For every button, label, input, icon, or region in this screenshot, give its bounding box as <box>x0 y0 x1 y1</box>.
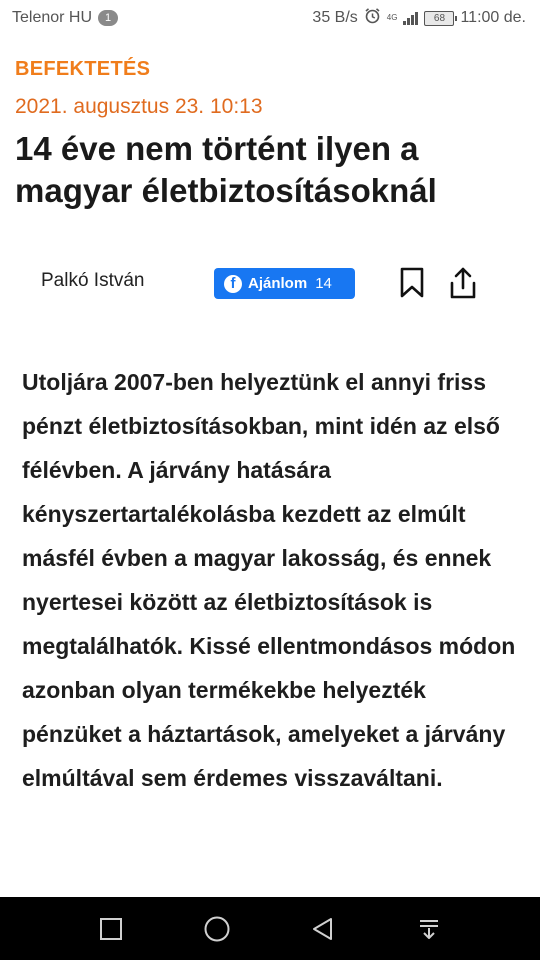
net-speed: 35 B/s <box>312 9 358 26</box>
notification-shade-icon <box>420 919 438 939</box>
status-right: 35 B/s 4G 68 11:00 de. <box>312 7 526 29</box>
facebook-like-count: 14 <box>315 275 332 292</box>
square-icon <box>100 917 122 940</box>
navigation-bar <box>0 897 540 960</box>
article-lead: Utoljára 2007-ben helyeztünk el annyi fr… <box>22 369 516 791</box>
recent-apps-button[interactable] <box>91 909 131 949</box>
status-left: Telenor HU 1 <box>12 9 119 27</box>
alarm-icon <box>364 7 381 29</box>
carrier-name: Telenor HU <box>12 9 93 26</box>
facebook-like-button[interactable]: f Ajánlom 14 <box>214 268 355 299</box>
share-icon <box>450 267 476 299</box>
back-button[interactable] <box>303 909 343 949</box>
article-category[interactable]: BEFEKTETÉS <box>15 58 150 81</box>
facebook-icon: f <box>224 274 242 293</box>
signal-icon <box>403 11 419 25</box>
home-button[interactable] <box>197 909 237 949</box>
circle-icon <box>204 916 230 941</box>
author-name[interactable]: Palkó István <box>41 270 145 292</box>
back-triangle-icon <box>313 917 332 940</box>
facebook-like-label: Ajánlom <box>248 275 308 292</box>
notification-shade-button[interactable] <box>409 909 449 949</box>
battery-icon: 68 <box>424 10 458 26</box>
screen: Telenor HU 1 35 B/s 4G 68 11:00 de. BEFE… <box>0 0 540 960</box>
article-date: 2021. augusztus 23. 10:13 <box>15 95 263 118</box>
bookmark-button[interactable] <box>398 266 426 300</box>
article-title: 14 éve nem történt ilyen a magyar életbi… <box>15 130 437 209</box>
sim-badge: 1 <box>98 10 119 26</box>
battery-level: 68 <box>433 12 446 24</box>
status-bar: Telenor HU 1 35 B/s 4G 68 11:00 de. <box>0 0 540 36</box>
bookmark-icon <box>400 267 424 298</box>
network-type: 4G <box>386 13 398 22</box>
author-row: Palkó István f Ajánlom 14 <box>0 264 540 304</box>
share-button[interactable] <box>448 266 478 300</box>
clock: 11:00 de. <box>460 9 526 26</box>
